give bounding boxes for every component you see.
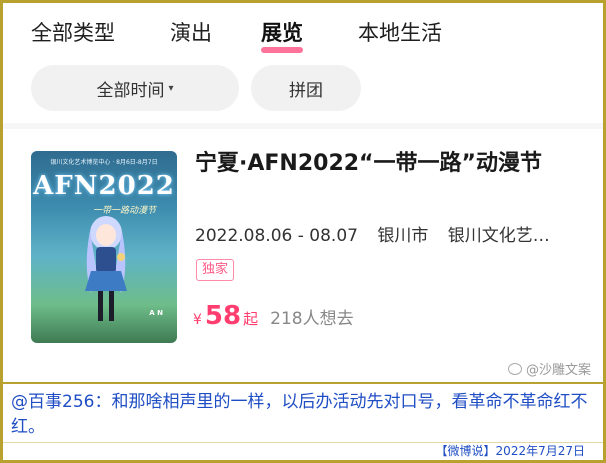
watermark-text: @沙雕文案 [525,363,591,378]
footer-source-date: 【微博说】2022年7月27日 [435,444,585,458]
event-title[interactable]: 宁夏·AFN2022“一带一路”动漫节 [195,149,585,179]
tab-label: 演出 [170,21,212,45]
event-poster[interactable]: 银川文化艺术博览中心 · 8月6日-8月7日 AFN2022 一带一路动漫节 A… [31,151,177,343]
exclusive-badge: 独家 [196,259,235,281]
poster-venue-text: 银川文化艺术博览中心 · 8月6日-8月7日 [50,159,158,166]
event-date: 2022.08.06 - 08.07 [195,226,358,246]
time-filter-label: 全部时间 [96,80,165,101]
active-tab-indicator [261,47,303,53]
weibo-icon [507,362,522,375]
caption-band: @百事256：和那啥相声里的一样，以后办活动先对口号，看革命不革命红不红。 [3,382,603,442]
tab-all-types[interactable]: 全部类型 [31,17,115,47]
time-filter-dropdown[interactable]: 全部时间 ▾ [31,65,239,111]
tab-label: 展览 [261,21,303,45]
want-to-go-count: 218人想去 [270,309,354,329]
weibo-watermark: @沙雕文案 [507,359,591,378]
caption-text: @百事256：和那啥相声里的一样，以后办活动先对口号，看革命不革命红不红。 [11,392,588,437]
tab-local-life[interactable]: 本地生活 [358,17,442,47]
anime-character-illustration [85,216,127,321]
screenshot-frame: 全部类型 演出 展览 本地生活 全部时间 ▾ 拼团 银川文化艺术博览中心 · 8… [0,0,606,463]
event-card[interactable]: 银川文化艺术博览中心 · 8月6日-8月7日 AFN2022 一带一路动漫节 A… [3,129,603,379]
poster-corner-mark: A N [149,309,163,317]
filter-bar: 全部时间 ▾ 拼团 [3,59,603,121]
group-buy-filter[interactable]: 拼团 [251,65,361,111]
tab-label: 本地生活 [358,21,442,45]
event-price: ¥ 58 起 218人想去 [193,301,354,331]
currency-symbol: ¥ [193,312,202,328]
event-venue: 银川文化艺… [447,226,550,246]
price-suffix: 起 [243,310,259,328]
tab-label: 全部类型 [31,21,115,45]
event-meta: 2022.08.06 - 08.07 银川市 银川文化艺… [195,221,590,246]
tab-performance[interactable]: 演出 [170,17,212,47]
caret-down-icon: ▾ [168,82,174,94]
price-value: 58 [204,301,242,331]
category-tabs: 全部类型 演出 展览 本地生活 [3,3,603,57]
tab-exhibition[interactable]: 展览 [261,17,303,53]
group-buy-label: 拼团 [289,80,323,101]
poster-logo: AFN2022 [33,171,175,201]
caption-footer: 【微博说】2022年7月27日 [3,442,603,460]
event-city: 银川市 [377,226,429,246]
